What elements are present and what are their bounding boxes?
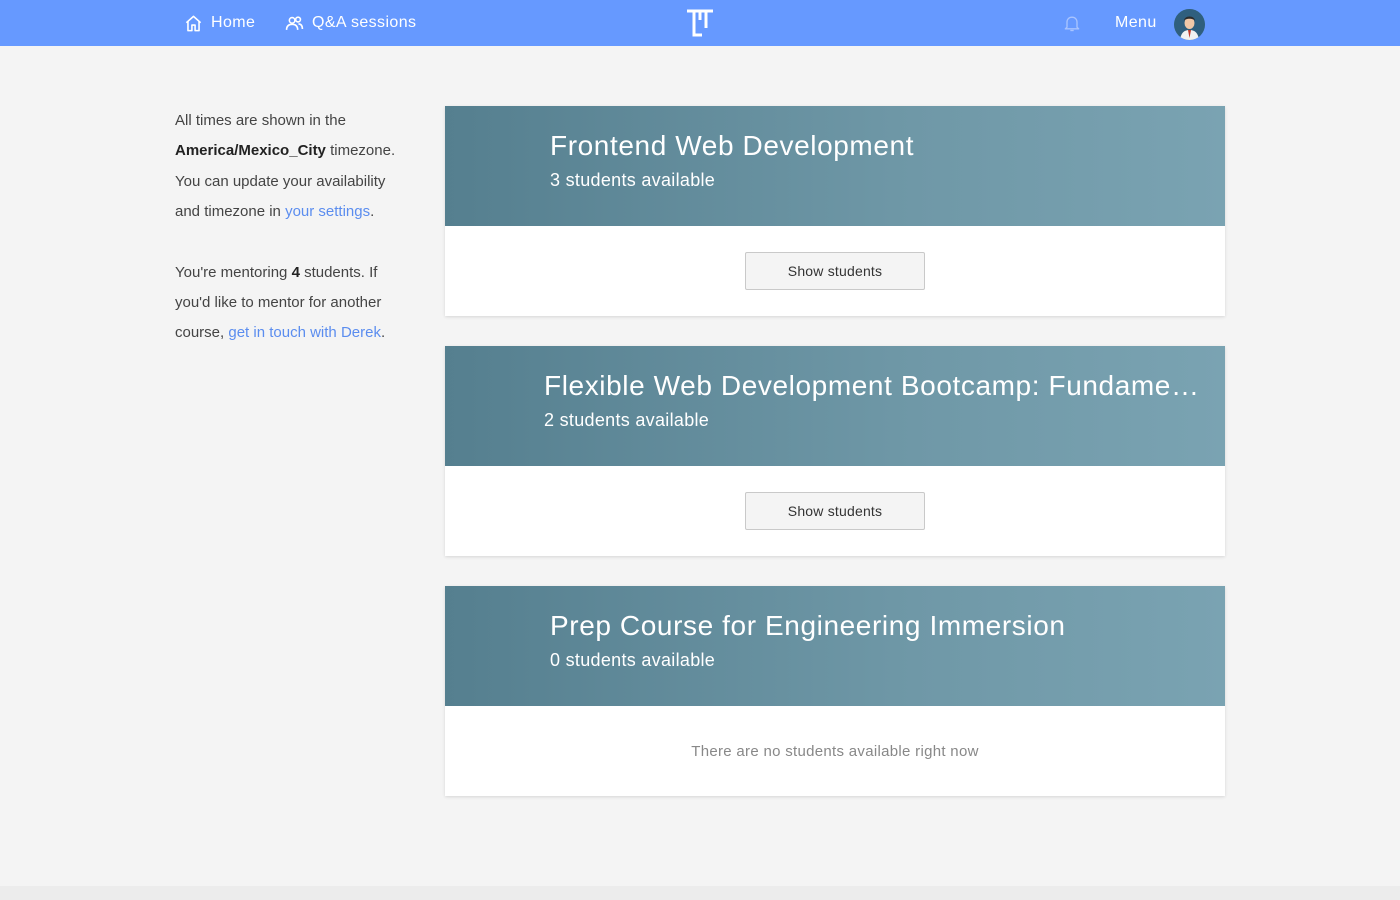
course-availability: 2 students available <box>544 410 710 430</box>
course-card-header: Frontend Web Development 3 students avai… <box>445 106 1225 226</box>
contact-derek-link[interactable]: get in touch with Derek <box>228 324 381 341</box>
bell-icon[interactable] <box>1062 13 1082 33</box>
home-icon <box>185 15 202 31</box>
course-card-header: Prep Course for Engineering Immersion 0 … <box>445 586 1225 706</box>
course-card: Prep Course for Engineering Immersion 0 … <box>445 586 1225 796</box>
mentored-student-count: 4 <box>291 263 300 281</box>
nav-qa-sessions-link[interactable]: Q&A sessions <box>285 0 416 46</box>
nav-home-label: Home <box>211 14 256 31</box>
course-card-body: There are no students available right no… <box>445 706 1225 796</box>
course-card: Frontend Web Development 3 students avai… <box>445 106 1225 316</box>
course-availability: 3 students available <box>550 170 716 190</box>
menu-button[interactable]: Menu <box>1115 0 1157 46</box>
mentor-info-sidebar: All times are shown in the America/Mexic… <box>175 106 410 379</box>
no-students-message: There are no students available right no… <box>691 742 979 760</box>
mentoring-info-prefix: You're mentoring <box>175 263 288 281</box>
course-card-header: Flexible Web Development Bootcamp: Funda… <box>445 346 1225 466</box>
timezone-info-prefix: All times are shown in the <box>175 112 346 129</box>
footer-strip <box>0 886 1400 900</box>
logo-icon[interactable] <box>685 8 715 38</box>
nav-home-link[interactable]: Home <box>184 0 255 46</box>
course-card-body: Show students <box>445 226 1225 316</box>
avatar-icon <box>1174 9 1205 40</box>
course-title: Prep Course for Engineering Immersion <box>550 610 1066 641</box>
timezone-name: America/Mexico_City <box>175 142 326 160</box>
course-card: Flexible Web Development Bootcamp: Funda… <box>445 346 1225 556</box>
course-title: Frontend Web Development <box>550 130 915 161</box>
show-students-button[interactable]: Show students <box>745 492 925 530</box>
nav-qa-label: Q&A sessions <box>312 14 417 31</box>
mentoring-info: You're mentoring 4 students. If you'd li… <box>175 258 410 349</box>
timezone-info-end: . <box>370 203 375 221</box>
show-students-button[interactable]: Show students <box>745 252 925 290</box>
course-card-body: Show students <box>445 466 1225 556</box>
user-avatar[interactable] <box>1174 9 1205 40</box>
mentoring-info-end: . <box>380 324 386 342</box>
top-navbar: Home Q&A sessions Menu <box>0 0 1400 46</box>
course-title: Flexible Web Development Bootcamp: Funda… <box>544 370 1199 401</box>
course-availability: 0 students available <box>550 650 716 670</box>
users-icon <box>285 15 304 30</box>
settings-link[interactable]: your settings <box>285 203 370 220</box>
timezone-info: All times are shown in the America/Mexic… <box>175 106 410 228</box>
